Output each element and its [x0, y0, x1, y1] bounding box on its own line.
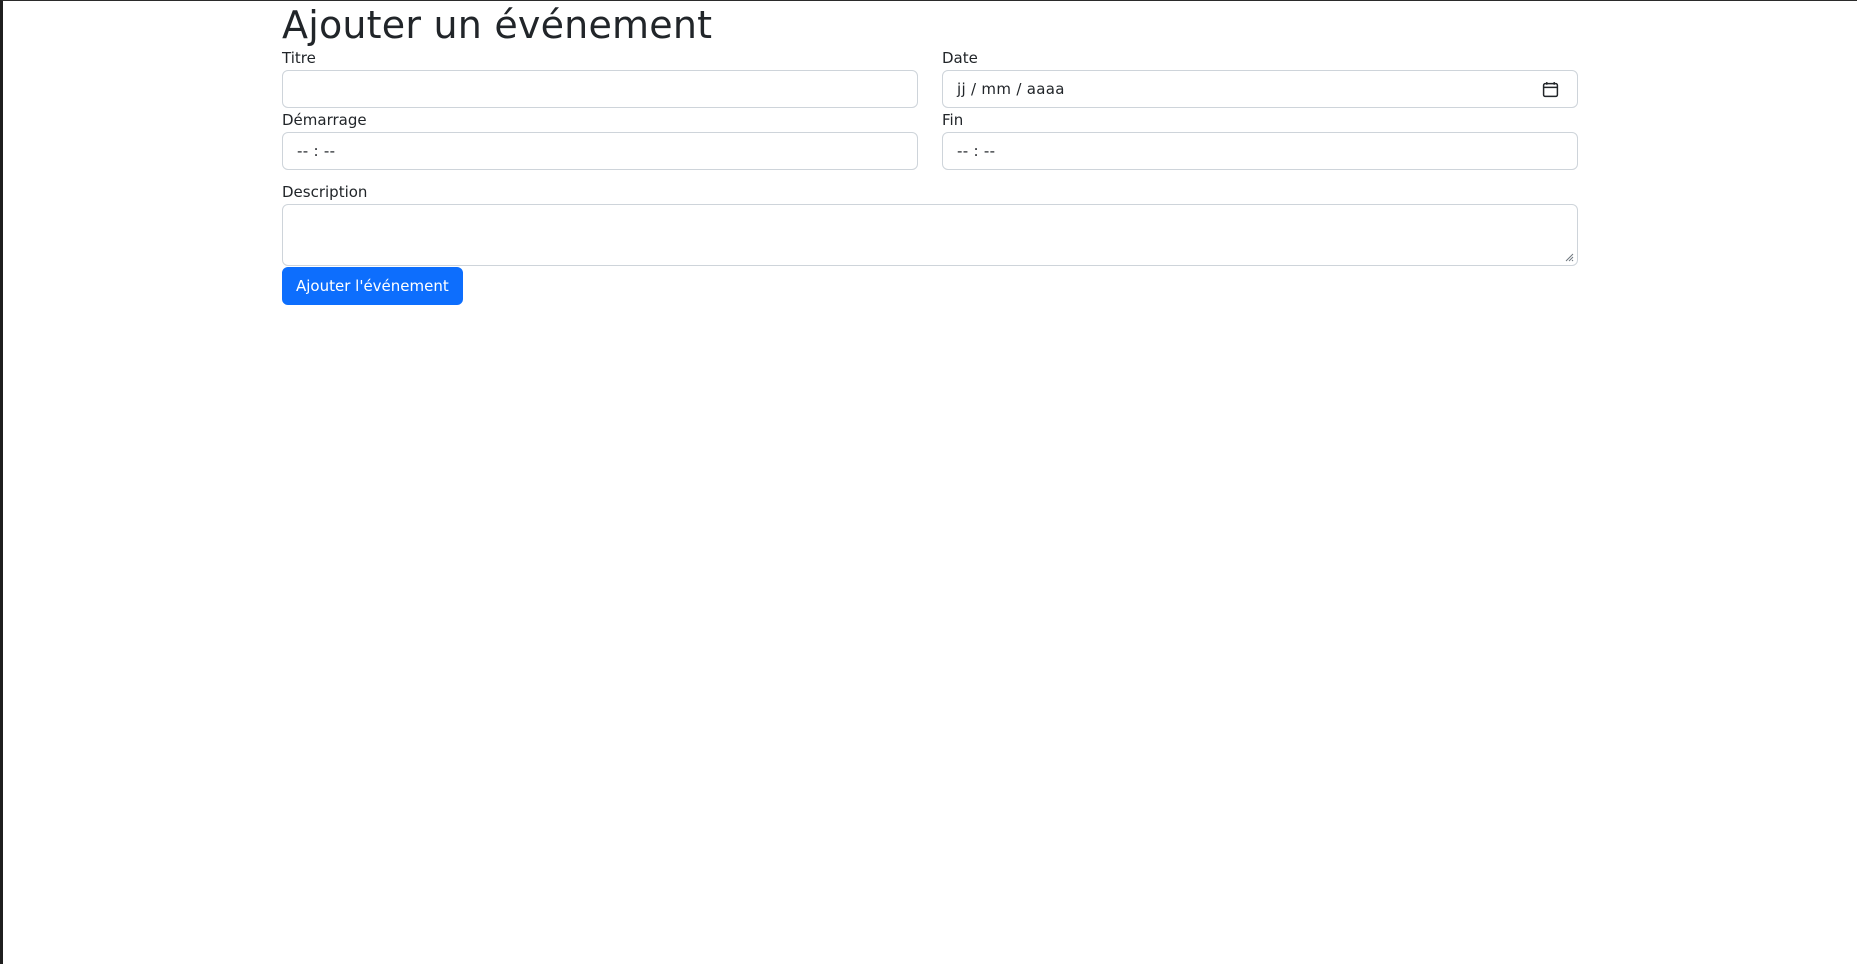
window-frame — [0, 0, 1857, 964]
title-input[interactable] — [282, 70, 918, 108]
date-group: Date jj / mm / aaaa — [942, 48, 1578, 108]
submit-event-button[interactable]: Ajouter l'événement — [282, 267, 463, 305]
end-label: Fin — [942, 111, 964, 129]
resize-grip-icon[interactable] — [1564, 252, 1574, 262]
description-textarea[interactable] — [282, 204, 1578, 266]
date-input[interactable]: jj / mm / aaaa — [942, 70, 1578, 108]
start-time-placeholder: -- : -- — [297, 142, 336, 160]
description-group: Description — [282, 182, 1578, 266]
end-time-placeholder: -- : -- — [957, 142, 996, 160]
end-group: Fin -- : -- — [942, 110, 1578, 170]
description-label: Description — [282, 183, 368, 201]
date-placeholder: jj / mm / aaaa — [957, 80, 1065, 98]
calendar-icon[interactable] — [1542, 81, 1559, 98]
date-label: Date — [942, 49, 978, 67]
end-time-input[interactable]: -- : -- — [942, 132, 1578, 170]
start-label: Démarrage — [282, 111, 367, 129]
page-title: Ajouter un événement — [282, 3, 713, 47]
start-time-input[interactable]: -- : -- — [282, 132, 918, 170]
start-group: Démarrage -- : -- — [282, 110, 918, 170]
title-group: Titre — [282, 48, 918, 108]
title-label: Titre — [282, 49, 316, 67]
